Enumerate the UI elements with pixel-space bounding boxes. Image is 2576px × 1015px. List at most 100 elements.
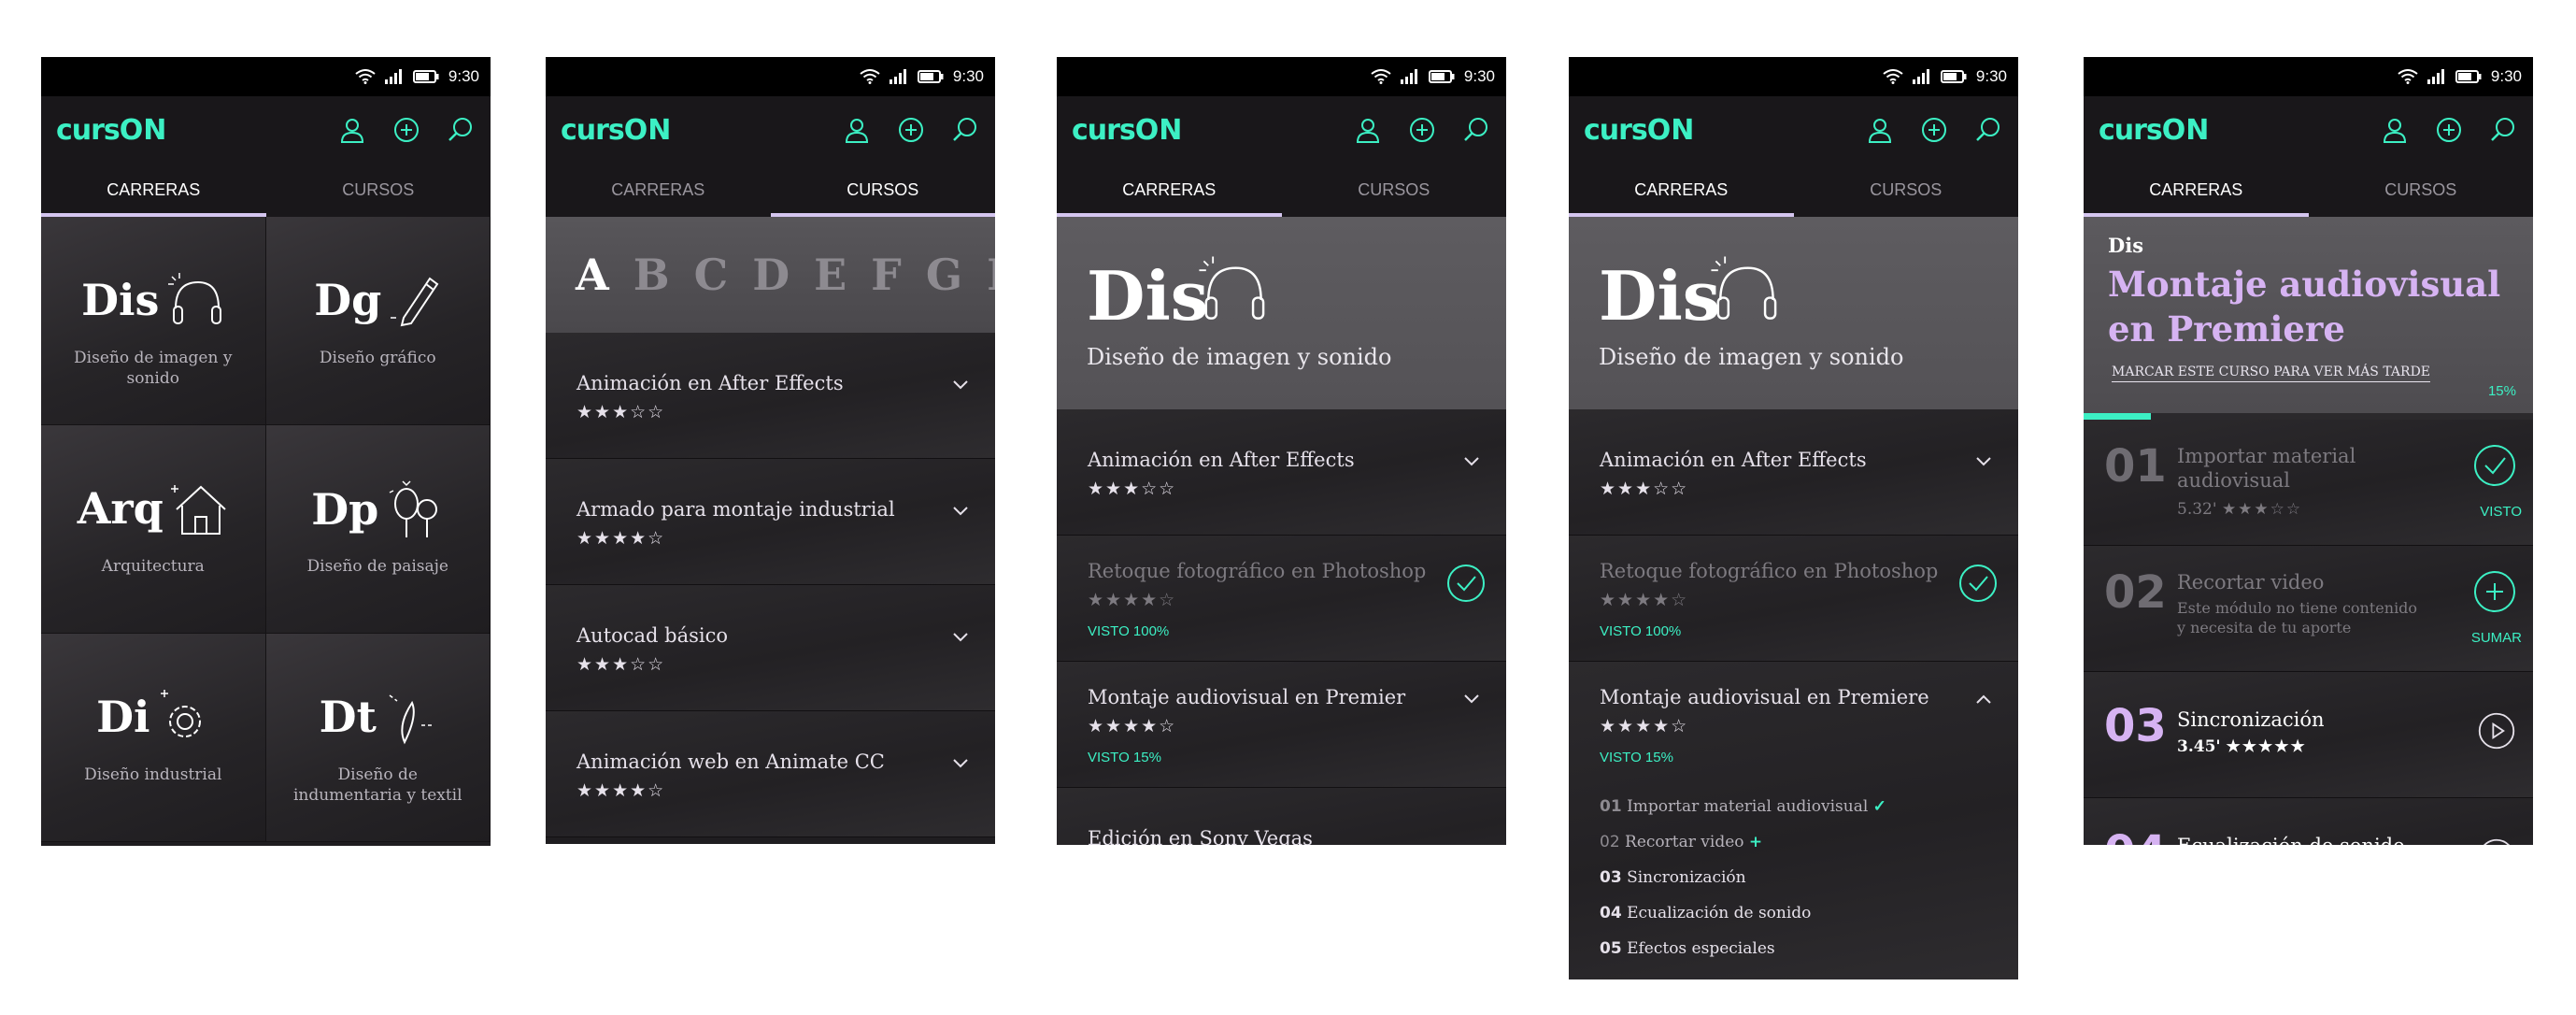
course-item[interactable]: Animación en After Effects ★★★☆☆ xyxy=(546,333,995,459)
chevron-down-icon[interactable] xyxy=(1463,693,1480,705)
chevron-down-icon[interactable] xyxy=(952,758,969,769)
status-bar: 9:30 xyxy=(1569,57,2018,96)
search-icon[interactable] xyxy=(1461,115,1491,145)
letter-a[interactable]: A xyxy=(576,250,609,300)
battery-icon xyxy=(2455,70,2482,83)
course-item[interactable]: Edición en Sony Vegas xyxy=(1057,788,1506,845)
play-circle-icon[interactable] xyxy=(2477,837,2516,845)
letter-e[interactable]: E xyxy=(814,250,847,300)
tab-courses[interactable]: CURSOS xyxy=(266,164,491,217)
course-item-expanded[interactable]: Montaje audiovisual en Premiere ★★★★☆ VI… xyxy=(1569,662,2018,979)
course-item[interactable]: Animación en After Effects ★★★☆☆ xyxy=(1057,409,1506,536)
user-icon[interactable] xyxy=(2380,115,2410,145)
career-tile[interactable]: Dt Diseño de indumentaria y textil xyxy=(265,634,491,842)
chevron-down-icon[interactable] xyxy=(952,379,969,391)
search-icon[interactable] xyxy=(2488,115,2518,145)
app-actions xyxy=(842,115,980,145)
module-item[interactable]: 01 Importar material audiovisual 5.32' ★… xyxy=(2084,420,2533,546)
course-item[interactable]: Animación en After Effects ★★★☆☆ xyxy=(1569,409,2018,536)
module-item[interactable]: 04 Ecualización de sonido xyxy=(2084,798,2533,845)
app-logo[interactable]: cursON xyxy=(561,114,671,147)
letter-f[interactable]: F xyxy=(871,250,902,300)
course-title: Animación web en Animate CC xyxy=(576,751,885,773)
module-row[interactable]: 04 Ecualización de sonido xyxy=(1600,895,2018,931)
app-logo[interactable]: cursON xyxy=(2099,114,2209,147)
module-row[interactable]: 02 Recortar video + xyxy=(1600,824,2018,860)
module-number: 04 xyxy=(1600,904,1622,922)
chevron-up-icon[interactable] xyxy=(1975,693,1992,705)
app-actions xyxy=(337,115,476,145)
user-icon[interactable] xyxy=(337,115,367,145)
course-progress: VISTO 15% xyxy=(1600,750,1673,765)
careers-grid: Dis Diseño de imagen y sonido Dg Diseño … xyxy=(41,217,491,842)
tab-careers[interactable]: CARRERAS xyxy=(2084,164,2309,217)
tab-courses[interactable]: CURSOS xyxy=(1794,164,2019,217)
tab-courses[interactable]: CURSOS xyxy=(770,164,996,217)
search-icon[interactable] xyxy=(446,115,476,145)
chevron-down-icon[interactable] xyxy=(952,506,969,517)
course-item[interactable]: Retoque fotográfico en Photoshop ★★★★☆ V… xyxy=(1569,536,2018,662)
course-title: Montaje audiovisual en Premiere xyxy=(1600,686,1929,708)
chevron-down-icon[interactable] xyxy=(1463,456,1480,467)
screen-course-detail: 9:30 cursON CARRERAS CURSOS Dis Montaje … xyxy=(2084,57,2533,845)
add-circle-icon[interactable] xyxy=(2473,570,2516,613)
user-icon[interactable] xyxy=(842,115,872,145)
add-circle-icon[interactable] xyxy=(391,115,421,145)
search-icon[interactable] xyxy=(950,115,980,145)
module-item[interactable]: 03 Sincronización 3.45' ★★★★★ xyxy=(2084,672,2533,798)
tab-courses[interactable]: CURSOS xyxy=(1282,164,1507,217)
career-tile[interactable]: Di Diseño industrial xyxy=(41,634,266,842)
course-item[interactable]: Armado para montaje industrial ★★★★☆ xyxy=(546,459,995,585)
app-logo[interactable]: cursON xyxy=(1072,114,1182,147)
app-actions xyxy=(1865,115,2003,145)
plus-icon[interactable]: + xyxy=(1749,833,1762,851)
letter-h[interactable]: H xyxy=(987,250,995,300)
check-circle-icon[interactable] xyxy=(1958,564,1998,603)
letter-c[interactable]: C xyxy=(694,250,729,300)
module-item[interactable]: 02 Recortar video Este módulo no tiene c… xyxy=(2084,546,2533,672)
tab-careers[interactable]: CARRERAS xyxy=(41,164,266,217)
app-logo[interactable]: cursON xyxy=(1584,114,1694,147)
letter-b[interactable]: B xyxy=(633,250,670,300)
module-row[interactable]: 05 Efectos especiales xyxy=(1600,931,2018,966)
app-bar: cursON xyxy=(41,96,491,164)
career-name: Diseño gráfico xyxy=(319,349,436,367)
watch-later-link[interactable]: MARCAR ESTE CURSO PARA VER MÁS TARDE xyxy=(2112,365,2431,382)
user-icon[interactable] xyxy=(1353,115,1383,145)
career-tile[interactable]: Arq Arquitectura xyxy=(41,425,266,634)
check-circle-icon[interactable] xyxy=(2473,444,2516,487)
tab-courses[interactable]: CURSOS xyxy=(2309,164,2534,217)
app-logo[interactable]: cursON xyxy=(56,114,166,147)
tab-careers[interactable]: CARRERAS xyxy=(1569,164,1794,217)
letter-d[interactable]: D xyxy=(752,250,790,300)
chevron-down-icon[interactable] xyxy=(952,632,969,643)
battery-icon xyxy=(412,70,439,83)
module-number: 02 xyxy=(2104,566,2167,619)
logo-text-b: ON xyxy=(1134,113,1183,147)
add-circle-icon[interactable] xyxy=(2434,115,2464,145)
add-circle-icon[interactable] xyxy=(896,115,926,145)
search-icon[interactable] xyxy=(1973,115,2003,145)
course-item[interactable]: Retoque fotográfico en Photoshop ★★★★☆ V… xyxy=(1057,536,1506,662)
logo-text-a: curs xyxy=(1072,113,1136,147)
check-circle-icon[interactable] xyxy=(1446,564,1486,603)
play-circle-icon[interactable] xyxy=(2477,711,2516,751)
module-row[interactable]: 01 Importar material audiovisual ✓ xyxy=(1600,789,2018,824)
career-tile[interactable]: Dp Diseño de paisaje xyxy=(265,425,491,634)
career-tile[interactable]: Dis Diseño de imagen y sonido xyxy=(41,217,266,425)
chevron-down-icon[interactable] xyxy=(1975,456,1992,467)
add-circle-icon[interactable] xyxy=(1919,115,1949,145)
user-icon[interactable] xyxy=(1865,115,1895,145)
course-item[interactable]: Montaje audiovisual en Premier ★★★★☆ VIS… xyxy=(1057,662,1506,788)
tab-careers[interactable]: CARRERAS xyxy=(546,164,771,217)
career-tile[interactable]: Dg Diseño gráfico xyxy=(265,217,491,425)
module-row[interactable]: 03 Sincronización xyxy=(1600,860,2018,895)
add-circle-icon[interactable] xyxy=(1407,115,1437,145)
career-abbr: Dis xyxy=(1599,256,1721,336)
course-item[interactable]: Animación web en Animate CC ★★★★☆ xyxy=(546,711,995,837)
module-title: Sincronización xyxy=(2177,708,2325,731)
letter-g[interactable]: G xyxy=(926,250,962,300)
add-content-label[interactable]: SUMAR xyxy=(2471,630,2522,646)
course-item[interactable]: Autocad básico ★★★☆☆ xyxy=(546,585,995,711)
tab-careers[interactable]: CARRERAS xyxy=(1057,164,1282,217)
